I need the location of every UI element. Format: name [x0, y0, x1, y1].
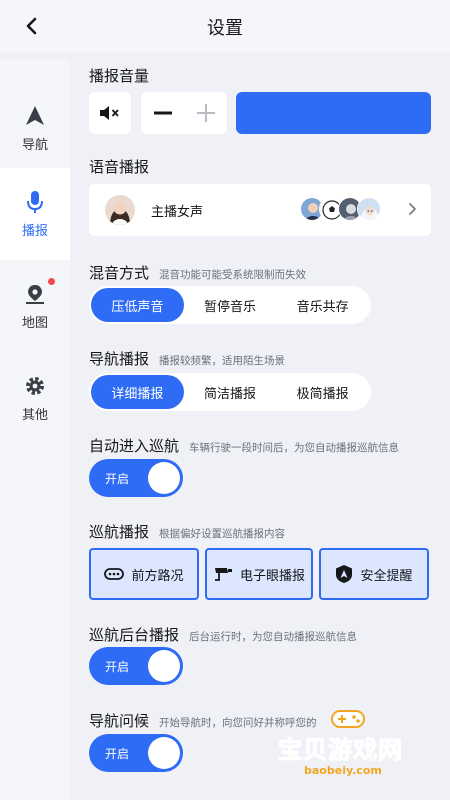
cruise-background-desc: 后台运行时，为您自动播报巡航信息 — [189, 631, 358, 643]
chip-label: 前方路况 — [131, 568, 184, 584]
nav-greeting-title: 导航问候 — [89, 712, 150, 730]
shield-icon — [336, 565, 353, 583]
page-title: 设置 — [207, 18, 243, 39]
nav-option-detailed[interactable]: 详细播报 — [91, 375, 184, 409]
microphone-icon — [23, 190, 47, 214]
section-title: 混音方式 混音功能可能受系统限制而失效 — [89, 262, 306, 283]
voice-title: 语音播报 — [89, 158, 150, 176]
sidebar-item-map[interactable]: 地图 — [0, 260, 70, 352]
nav-broadcast-title: 导航播报 — [89, 350, 150, 368]
sidebar-item-broadcast[interactable]: 播报 — [0, 168, 70, 260]
cruise-broadcast-title: 巡航播报 — [89, 523, 150, 541]
section-title: 巡航后台播报 后台运行时，为您自动播报巡航信息 — [89, 624, 357, 645]
speaker-mute-icon — [100, 106, 119, 120]
volume-down-button[interactable] — [141, 92, 184, 134]
traffic-icon — [104, 568, 125, 580]
minus-icon — [153, 111, 172, 115]
auto-cruise-title: 自动进入巡航 — [89, 437, 180, 455]
volume-title: 播报音量 — [89, 67, 150, 85]
volume-stepper — [141, 92, 227, 134]
cruise-chip-camera[interactable]: 电子眼播报 — [205, 548, 313, 600]
notification-dot — [48, 277, 55, 285]
chip-label: 安全提醒 — [360, 568, 413, 584]
section-title: 播报音量 — [89, 65, 149, 86]
voice-name: 主播女声 — [151, 205, 204, 220]
cruise-chip-safety[interactable]: 安全提醒 — [319, 548, 429, 600]
watermark-url: baobeiy.com — [304, 764, 382, 777]
toggle-knob — [148, 462, 180, 494]
sidebar-item-other[interactable]: 其他 — [0, 352, 70, 444]
back-button[interactable] — [18, 12, 46, 40]
section-title: 自动进入巡航 车辆行驶一段时间后，为您自动播报巡航信息 — [89, 435, 399, 456]
sidebar-item-navigation[interactable]: 导航 — [0, 82, 70, 174]
sidebar: 导航 播报 地图 其他 — [0, 60, 70, 800]
mix-option-coexist[interactable]: 音乐共存 — [276, 288, 369, 322]
cruise-background-toggle[interactable]: 开启 — [89, 647, 183, 685]
cruise-chip-traffic[interactable]: 前方路况 — [89, 548, 199, 600]
nav-option-concise[interactable]: 简洁播报 — [184, 375, 277, 409]
plus-icon — [196, 104, 215, 122]
gear-icon — [23, 374, 47, 398]
map-pin-icon — [23, 277, 55, 306]
volume-up-button[interactable] — [184, 92, 227, 134]
toggle-label: 开启 — [105, 660, 130, 674]
sidebar-item-label: 地图 — [21, 315, 48, 331]
navigation-arrow-icon — [23, 104, 47, 128]
avatar — [357, 197, 381, 221]
cruise-broadcast-desc: 根据偏好设置巡航播报内容 — [159, 528, 286, 540]
nav-broadcast-desc: 播报较频繁，适用陌生场景 — [159, 355, 286, 367]
volume-level-bar[interactable] — [236, 92, 431, 134]
mix-option-lower-voice[interactable]: 压低声音 — [91, 288, 184, 322]
voice-selector[interactable]: 主播女声 — [89, 184, 431, 236]
toggle-label: 开启 — [105, 472, 130, 486]
camera-icon — [214, 568, 232, 581]
top-bar: 设置 — [0, 0, 450, 52]
auto-cruise-toggle[interactable]: 开启 — [89, 459, 183, 497]
cruise-background-title: 巡航后台播报 — [89, 626, 180, 644]
gamepad-icon — [331, 710, 365, 728]
sidebar-item-label: 导航 — [21, 137, 48, 153]
toggle-knob — [148, 737, 180, 769]
nav-broadcast-segmented: 详细播报 简洁播报 极简播报 — [89, 373, 371, 411]
chip-label: 电子眼播报 — [239, 568, 305, 584]
mix-title: 混音方式 — [89, 264, 150, 282]
chevron-left-icon — [26, 17, 37, 35]
section-title: 语音播报 — [89, 156, 149, 177]
sidebar-item-label: 播报 — [21, 223, 48, 239]
watermark-text: 宝贝游戏网 — [278, 736, 403, 765]
mix-mode-segmented: 压低声音 暂停音乐 音乐共存 — [89, 286, 371, 324]
section-title: 导航播报 播报较频繁，适用陌生场景 — [89, 348, 285, 369]
mix-desc: 混音功能可能受系统限制而失效 — [159, 269, 307, 281]
sidebar-item-label: 其他 — [21, 407, 48, 423]
auto-cruise-desc: 车辆行驶一段时间后，为您自动播报巡航信息 — [189, 442, 400, 454]
watermark: 宝贝游戏网 baobeiy.com — [260, 708, 430, 790]
chevron-right-icon — [409, 203, 416, 215]
section-title: 巡航播报 根据偏好设置巡航播报内容 — [89, 521, 285, 542]
voice-options-preview — [300, 197, 381, 223]
mute-button[interactable] — [89, 92, 131, 134]
toggle-label: 开启 — [105, 747, 130, 761]
mix-option-pause-music[interactable]: 暂停音乐 — [184, 288, 277, 322]
settings-content: 播报音量 语音播报 主播女声 混音方式 混音功能可能受系统限制而失效 压低声音 … — [70, 52, 450, 800]
avatar — [105, 195, 135, 225]
nav-greeting-toggle[interactable]: 开启 — [89, 734, 183, 772]
toggle-knob — [148, 650, 180, 682]
nav-option-minimal[interactable]: 极简播报 — [276, 375, 369, 409]
